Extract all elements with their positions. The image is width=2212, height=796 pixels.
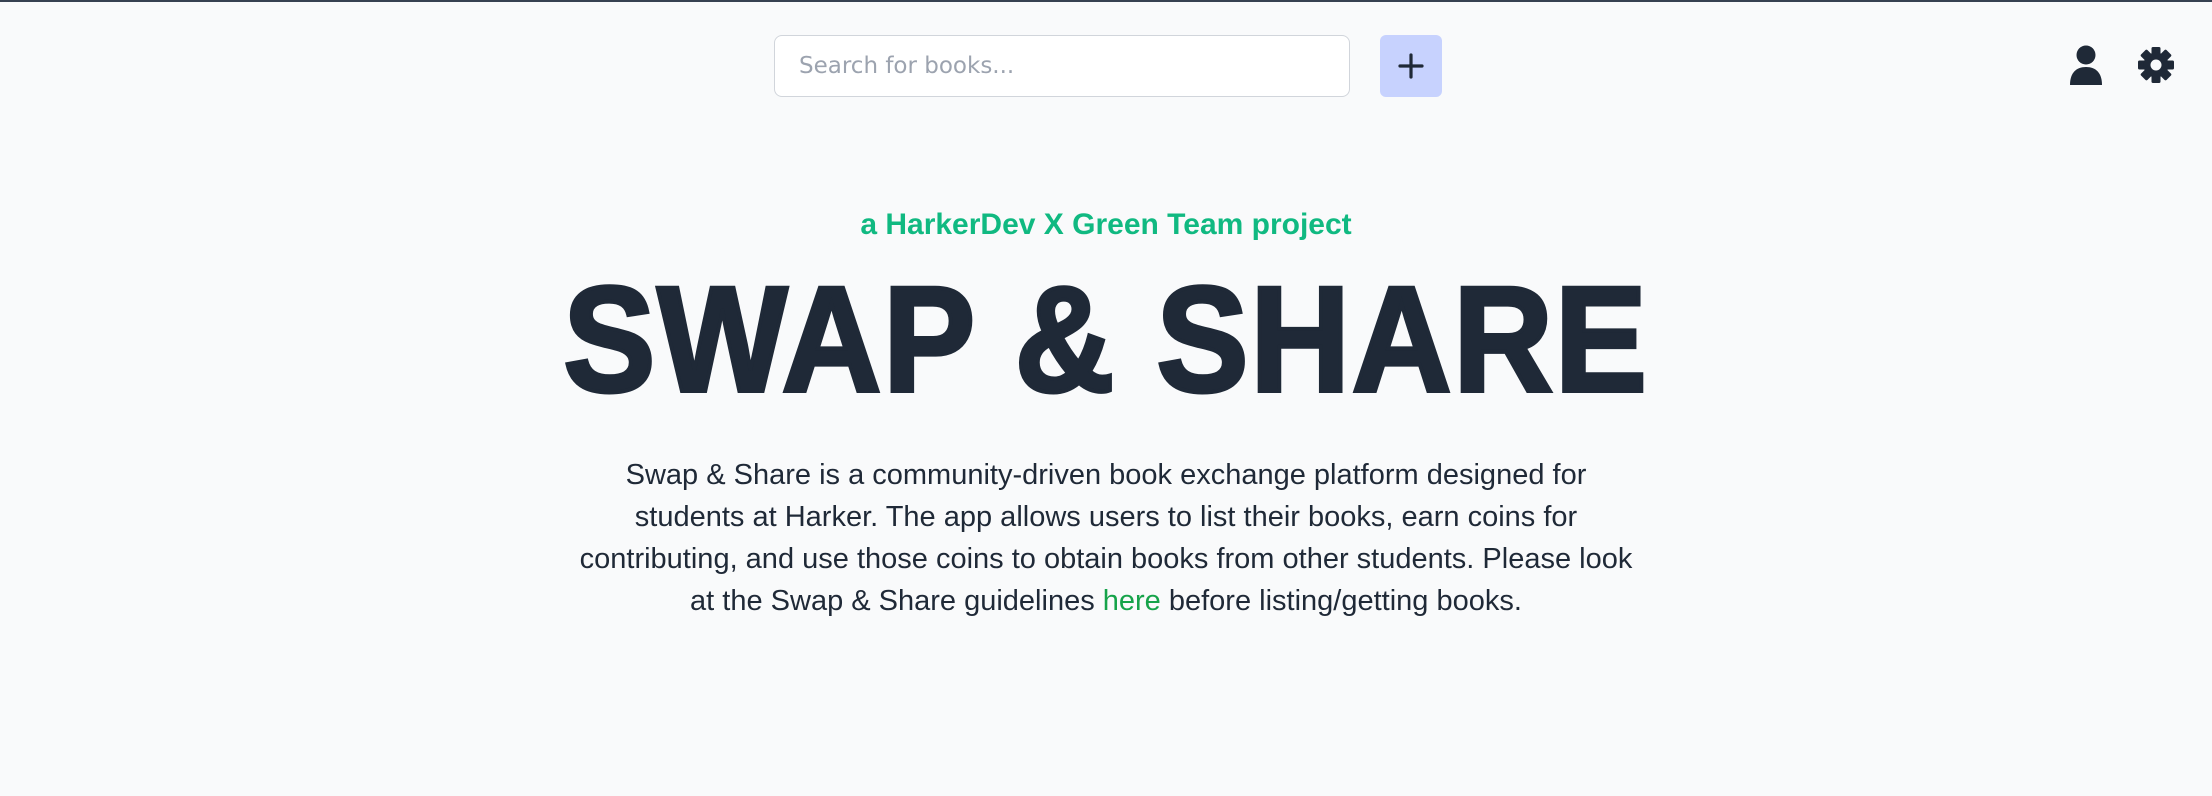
add-book-button[interactable]	[1380, 35, 1442, 97]
user-icon	[2068, 45, 2104, 85]
settings-button[interactable]	[2131, 40, 2181, 90]
top-navigation-bar	[0, 2, 2212, 132]
description-text-after: before listing/getting books.	[1160, 585, 1522, 617]
guidelines-link[interactable]: here	[1103, 585, 1161, 617]
plus-icon	[1396, 51, 1426, 81]
profile-button[interactable]	[2061, 40, 2111, 90]
app-description: Swap & Share is a community-driven book …	[570, 454, 1642, 622]
gear-icon	[2137, 46, 2175, 84]
search-input[interactable]	[774, 35, 1350, 97]
project-tagline: a HarkerDev X Green Team project	[860, 208, 1352, 241]
page-title: SWAP & SHARE	[561, 255, 1649, 423]
